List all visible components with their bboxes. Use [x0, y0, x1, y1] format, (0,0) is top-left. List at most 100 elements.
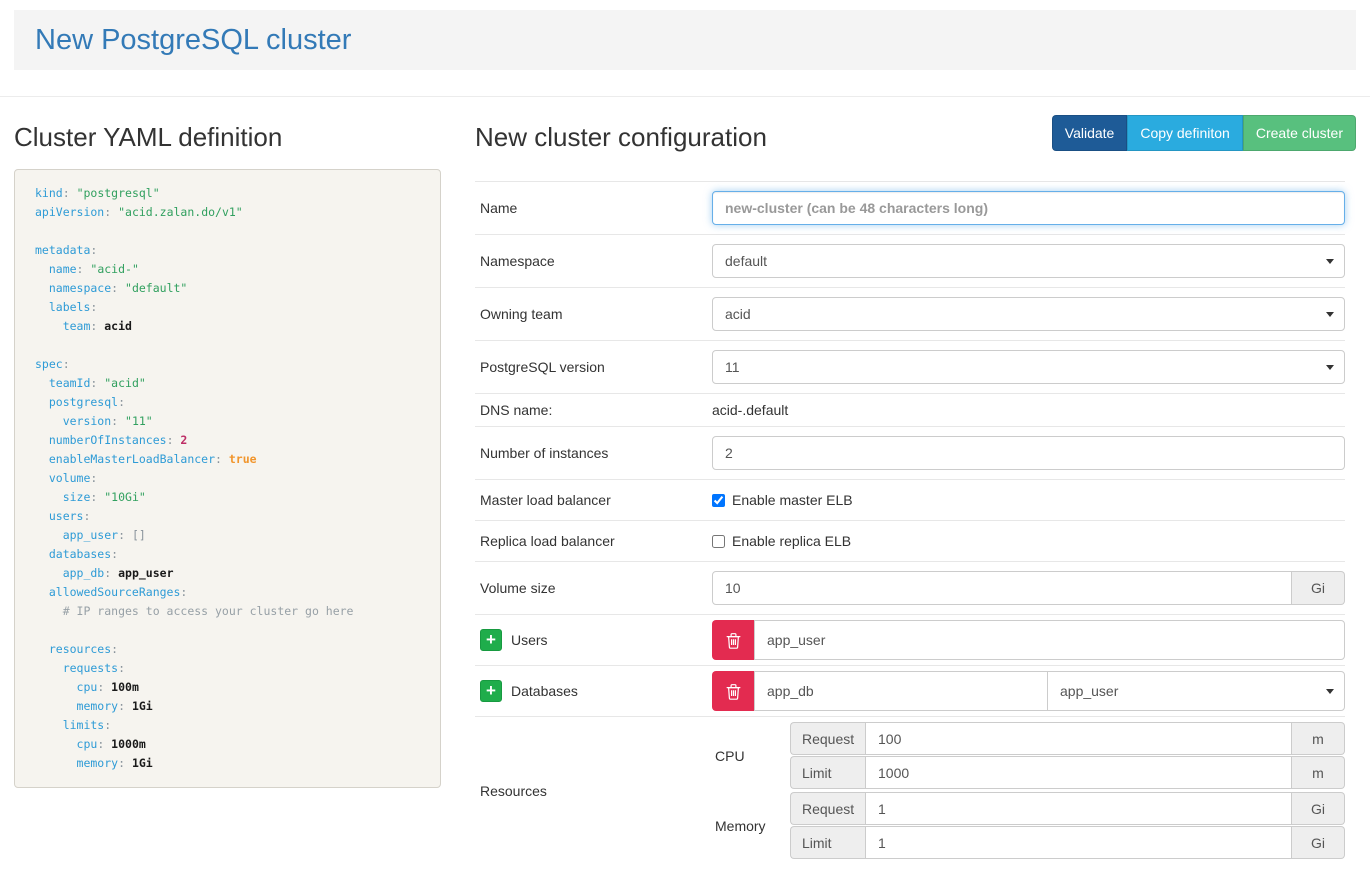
form-row-replica-lb: Replica load balancer Enable replica ELB	[475, 520, 1345, 561]
copy-definition-button[interactable]: Copy definiton	[1127, 115, 1243, 151]
memory-limit-addon: Limit	[790, 826, 865, 859]
database-name-input[interactable]	[754, 671, 1048, 711]
yaml-token: :	[180, 585, 187, 599]
yaml-line: app_db: app_user	[35, 564, 420, 583]
form-row-users: Users	[475, 614, 1345, 665]
yaml-token: limits	[35, 718, 104, 732]
form-row-resources: Resources CPU Request m	[475, 716, 1345, 865]
page-title: New PostgreSQL cluster	[35, 24, 351, 57]
yaml-token: "acid-"	[90, 262, 138, 276]
yaml-token: :	[90, 300, 97, 314]
validate-button[interactable]: Validate	[1052, 115, 1128, 151]
add-user-button[interactable]	[480, 629, 502, 651]
form-row-pg-version: PostgreSQL version 11	[475, 340, 1345, 393]
yaml-token: name	[35, 262, 77, 276]
cpu-limit-addon: Limit	[790, 756, 865, 789]
memory-request-unit-addon: Gi	[1292, 792, 1345, 825]
yaml-line: size: "10Gi"	[35, 488, 420, 507]
yaml-token: :	[111, 414, 125, 428]
yaml-token: :	[118, 528, 132, 542]
yaml-token: :	[111, 642, 118, 656]
memory-request-input[interactable]	[865, 792, 1292, 825]
create-cluster-button[interactable]: Create cluster	[1243, 115, 1356, 151]
cpu-limit-unit-addon: m	[1292, 756, 1345, 789]
cpu-request-line: Request m	[790, 722, 1345, 755]
yaml-token: :	[97, 737, 111, 751]
users-label-cell: Users	[475, 629, 712, 651]
yaml-token: spec	[35, 357, 63, 371]
main-content: Cluster YAML definition kind: "postgresq…	[0, 97, 1370, 865]
yaml-token: "acid"	[104, 376, 146, 390]
yaml-token: 2	[180, 433, 187, 447]
yaml-token: "default"	[125, 281, 187, 295]
yaml-line: cpu: 1000m	[35, 735, 420, 754]
cpu-request-input[interactable]	[865, 722, 1292, 755]
owning-team-select-value: acid	[725, 306, 751, 322]
instances-input[interactable]	[712, 436, 1345, 470]
memory-limit-input[interactable]	[865, 826, 1292, 859]
name-input[interactable]	[712, 191, 1345, 225]
yaml-token: :	[111, 547, 118, 561]
yaml-token: memory	[35, 699, 118, 713]
enable-master-elb-label: Enable master ELB	[732, 492, 853, 508]
enable-replica-elb-checkbox[interactable]	[712, 535, 725, 548]
yaml-token: kind	[35, 186, 63, 200]
user-name-input[interactable]	[754, 620, 1345, 660]
name-label: Name	[475, 200, 712, 216]
memory-request-line: Request Gi	[790, 792, 1345, 825]
delete-user-button[interactable]	[712, 620, 754, 660]
yaml-line: memory: 1Gi	[35, 754, 420, 773]
yaml-token: :	[90, 376, 104, 390]
yaml-token: :	[118, 699, 132, 713]
yaml-token: 1Gi	[132, 756, 153, 770]
enable-replica-elb-label: Enable replica ELB	[732, 533, 851, 549]
yaml-line: cpu: 100m	[35, 678, 420, 697]
yaml-line: numberOfInstances: 2	[35, 431, 420, 450]
yaml-token: memory	[35, 756, 118, 770]
yaml-token: []	[132, 528, 146, 542]
yaml-token: postgresql	[35, 395, 118, 409]
dns-name-value: acid-.default	[712, 402, 788, 418]
yaml-token: :	[118, 395, 125, 409]
chevron-down-icon	[1326, 312, 1334, 317]
cpu-limit-input[interactable]	[865, 756, 1292, 789]
yaml-token: app_db	[35, 566, 104, 580]
yaml-token: databases	[35, 547, 111, 561]
yaml-token: true	[229, 452, 257, 466]
yaml-line: enableMasterLoadBalancer: true	[35, 450, 420, 469]
yaml-token: :	[83, 509, 90, 523]
form-row-owning-team: Owning team acid	[475, 287, 1345, 340]
delete-database-button[interactable]	[712, 671, 754, 711]
yaml-line: allowedSourceRanges:	[35, 583, 420, 602]
yaml-token: :	[63, 186, 77, 200]
yaml-token: numberOfInstances	[35, 433, 167, 447]
memory-resource-group: Memory Request Gi Limit	[712, 792, 1345, 860]
add-database-button[interactable]	[480, 680, 502, 702]
volume-size-input[interactable]	[712, 571, 1292, 605]
yaml-line: teamId: "acid"	[35, 374, 420, 393]
form-row-volume-size: Volume size Gi	[475, 561, 1345, 614]
replica-lb-label: Replica load balancer	[475, 533, 712, 549]
yaml-token: metadata	[35, 243, 90, 257]
yaml-token: :	[104, 566, 118, 580]
databases-label: Databases	[511, 683, 578, 699]
cpu-group-label: CPU	[712, 748, 790, 764]
form-row-name: Name	[475, 181, 1345, 234]
volume-size-label: Volume size	[475, 580, 712, 596]
cpu-request-unit-addon: m	[1292, 722, 1345, 755]
enable-master-elb-checkbox[interactable]	[712, 494, 725, 507]
yaml-token: acid	[104, 319, 132, 333]
namespace-label: Namespace	[475, 253, 712, 269]
yaml-line: name: "acid-"	[35, 260, 420, 279]
yaml-panel-title: Cluster YAML definition	[14, 119, 441, 155]
database-owner-select[interactable]: app_user	[1047, 671, 1345, 711]
namespace-select[interactable]: default	[712, 244, 1345, 278]
trash-icon	[726, 683, 741, 700]
yaml-line: volume:	[35, 469, 420, 488]
yaml-token: "10Gi"	[104, 490, 146, 504]
form-row-namespace: Namespace default	[475, 234, 1345, 287]
owning-team-select[interactable]: acid	[712, 297, 1345, 331]
cpu-resource-group: CPU Request m Limit m	[712, 722, 1345, 790]
pg-version-select[interactable]: 11	[712, 350, 1345, 384]
yaml-line: app_user: []	[35, 526, 420, 545]
